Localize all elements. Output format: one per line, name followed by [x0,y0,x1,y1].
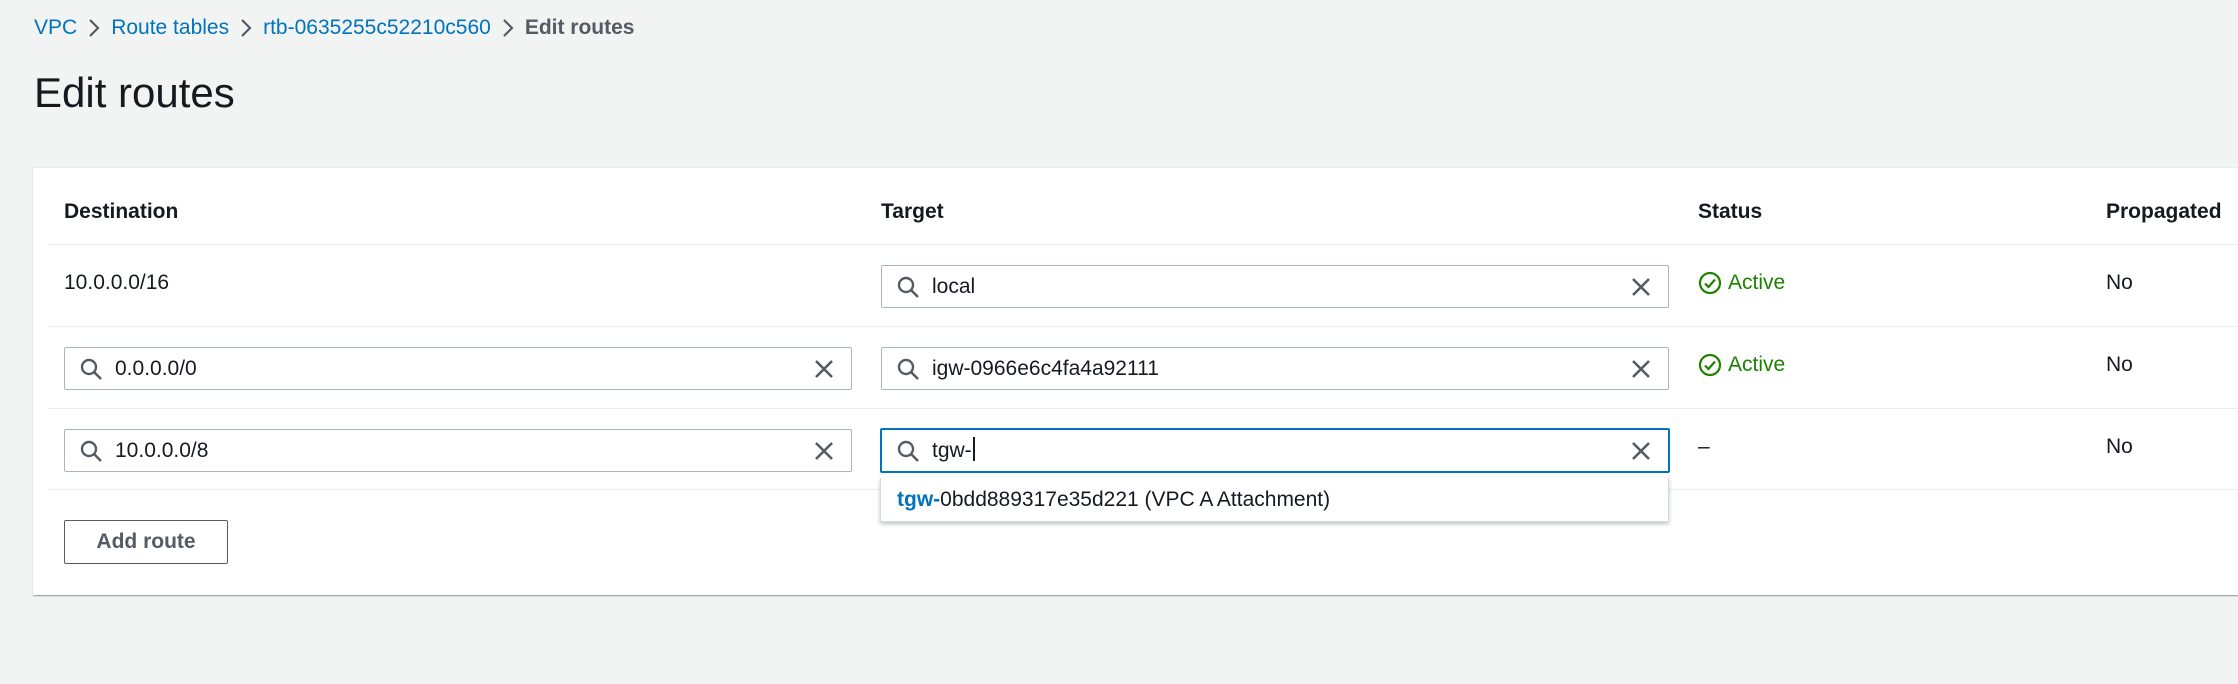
search-icon [897,358,919,380]
destination-input-row-3[interactable]: 10.0.0.0/8 [64,429,852,472]
status-badge: Active [1698,270,1785,296]
breadcrumb: VPC Route tables rtb-0635255c52210c560 E… [34,14,635,42]
search-icon [897,276,919,298]
column-header-status: Status [1698,200,1763,223]
breadcrumb-current: Edit routes [524,16,635,39]
propagated-text: No [2106,271,2133,294]
status-text: Active [1728,271,1786,294]
suggestion-match: tgw- [897,487,941,511]
chevron-right-icon [77,14,111,42]
destination-value: 0.0.0.0/0 [115,356,197,380]
row-divider [49,408,2238,409]
check-circle-icon [1698,353,1722,377]
search-icon [80,358,102,380]
row-divider [49,244,2238,245]
status-text: Active [1728,353,1786,376]
target-input-row-1[interactable]: local [881,265,1669,308]
status-badge: Active [1698,352,1785,378]
breadcrumb-route-table-id[interactable]: rtb-0635255c52210c560 [263,14,491,42]
page-title: Edit routes [34,69,235,116]
breadcrumb-vpc[interactable]: VPC [34,14,77,42]
close-icon[interactable] [1630,440,1652,462]
chevron-right-icon [229,14,263,42]
destination-value: 10.0.0.0/8 [115,438,209,462]
add-route-button[interactable]: Add route [64,520,228,564]
close-icon[interactable] [813,440,835,462]
column-header-target: Target [881,200,944,223]
target-value: tgw- [932,437,1630,464]
status-text: – [1698,435,1710,458]
destination-input-row-2[interactable]: 0.0.0.0/0 [64,347,852,390]
target-input-row-2[interactable]: igw-0966e6c4fa4a92111 [881,347,1669,390]
close-icon[interactable] [813,358,835,380]
column-header-propagated: Propagated [2106,200,2222,223]
target-suggestion-option[interactable]: tgw- 0bdd889317e35d221 (VPC A Attachment) [880,478,1669,522]
target-input-row-3[interactable]: tgw- [880,428,1670,473]
column-header-destination: Destination [64,200,179,223]
suggestion-rest: 0bdd889317e35d221 (VPC A Attachment) [940,487,1331,511]
search-icon [80,440,102,462]
close-icon[interactable] [1630,358,1652,380]
target-typed-text: tgw- [932,439,972,462]
breadcrumb-route-tables[interactable]: Route tables [111,14,229,42]
propagated-text: No [2106,435,2133,458]
close-icon[interactable] [1630,276,1652,298]
chevron-right-icon [491,14,525,42]
check-circle-icon [1698,271,1722,295]
search-icon [897,440,919,462]
target-value: local [932,274,976,298]
row-divider [49,326,2238,327]
destination-text: 10.0.0.0/16 [64,271,170,294]
text-cursor [972,437,975,461]
propagated-text: No [2106,353,2133,376]
target-value: igw-0966e6c4fa4a92111 [932,356,1159,380]
